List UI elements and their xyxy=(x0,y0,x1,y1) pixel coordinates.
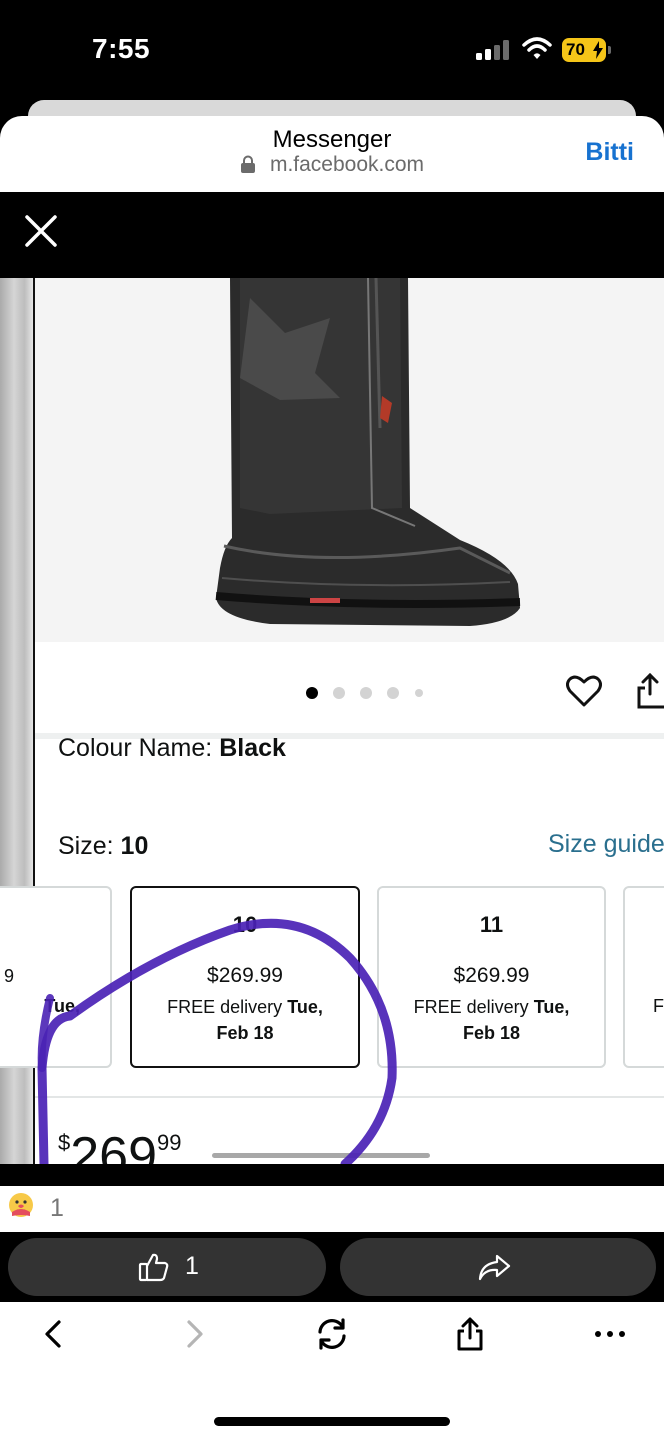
size-option-label: 11 xyxy=(479,912,504,937)
carousel-dot[interactable] xyxy=(387,687,399,699)
share-icon[interactable] xyxy=(636,672,664,710)
site-url-text: m.facebook.com xyxy=(269,153,425,176)
share-icon[interactable] xyxy=(452,1316,488,1352)
like-count: 1 xyxy=(185,1252,199,1280)
size-value: 10 xyxy=(120,832,149,860)
scroll-indicator xyxy=(212,1153,430,1158)
forward-icon xyxy=(478,1254,511,1281)
carousel-dot-active[interactable] xyxy=(306,687,318,699)
price-cents: 99 xyxy=(157,1130,182,1155)
size-option-label: 10 xyxy=(232,912,258,937)
forward-nav-icon[interactable] xyxy=(176,1316,212,1352)
thumbs-up-icon xyxy=(138,1253,169,1282)
price-display: $26999 xyxy=(58,1126,182,1164)
done-button[interactable]: Bitti xyxy=(585,138,634,167)
size-option-delivery: FREE delivery Tue, Feb 18 xyxy=(379,994,604,1046)
colour-value: Black xyxy=(219,734,286,762)
heart-icon[interactable] xyxy=(566,674,602,708)
action-bar: 1 xyxy=(0,1232,664,1302)
price-whole: 269 xyxy=(70,1127,158,1164)
carousel-dot[interactable] xyxy=(415,689,423,697)
battery-icon: 70 xyxy=(562,38,611,62)
size-guide-link[interactable]: Size guide xyxy=(548,830,664,859)
care-reaction-icon xyxy=(9,1193,33,1217)
delivery-date: Feb 18 xyxy=(216,1023,274,1043)
colour-name-row: Colour Name: Black xyxy=(58,734,286,763)
lock-icon xyxy=(240,155,255,173)
forward-button[interactable] xyxy=(340,1238,656,1296)
browser-header: Messenger m.facebook.com Bitti xyxy=(0,116,664,192)
size-card-partial-left[interactable]: 9 Tue, xyxy=(0,886,112,1068)
partial-delivery: Tue, xyxy=(44,996,80,1016)
delivery-date: Feb 18 xyxy=(462,1023,521,1043)
reaction-row[interactable]: 1 xyxy=(0,1186,664,1232)
delivery-day: Tue, xyxy=(533,997,570,1017)
back-icon[interactable] xyxy=(36,1316,72,1352)
colour-label: Colour Name: xyxy=(58,734,213,762)
wifi-icon xyxy=(522,37,552,59)
status-time: 7:55 xyxy=(92,33,151,64)
delivery-day: Tue, xyxy=(287,997,323,1017)
charging-bolt-icon xyxy=(593,41,603,59)
size-card[interactable]: 11 $269.99 FREE delivery Tue, Feb 18 xyxy=(377,886,606,1068)
media-viewer-header xyxy=(0,192,664,278)
price-currency: $ xyxy=(58,1130,71,1155)
partial-price: 9 xyxy=(3,966,14,986)
delivery-prefix: FREE delivery xyxy=(167,997,283,1017)
boot-image xyxy=(215,278,521,626)
size-option-price: $269.99 xyxy=(207,964,283,987)
media-viewer-footer xyxy=(0,1164,664,1186)
reload-icon[interactable] xyxy=(314,1316,350,1352)
size-card-selected[interactable]: 10 $269.99 FREE delivery Tue, Feb 18 xyxy=(130,886,360,1068)
shared-screenshot-image: Colour Name: Black Size: 10 Size guide 9… xyxy=(0,278,664,1164)
browser-toolbar xyxy=(0,1302,664,1440)
partial-delivery: F xyxy=(653,996,664,1016)
like-button[interactable]: 1 xyxy=(8,1238,326,1296)
size-option-price: $269.99 xyxy=(453,964,530,987)
site-title: Messenger xyxy=(272,126,392,153)
battery-level: 70 xyxy=(566,40,585,59)
status-bar: 7:55 70 xyxy=(0,0,664,100)
carousel-dot[interactable] xyxy=(333,687,345,699)
more-options-icon[interactable] xyxy=(592,1316,628,1352)
carousel-dot[interactable] xyxy=(360,687,372,699)
section-divider xyxy=(35,1096,664,1098)
home-indicator xyxy=(214,1417,450,1426)
close-icon[interactable] xyxy=(24,214,58,248)
delivery-prefix: FREE delivery xyxy=(413,997,529,1017)
size-label: Size: xyxy=(58,832,114,860)
site-url: m.facebook.com xyxy=(0,153,664,177)
size-row: Size: 10 xyxy=(58,832,148,861)
reaction-count: 1 xyxy=(50,1194,64,1222)
product-image xyxy=(35,278,664,642)
size-option-delivery: FREE delivery Tue, Feb 18 xyxy=(132,994,358,1046)
size-card-partial-right[interactable]: F xyxy=(623,886,664,1068)
cellular-signal-icon xyxy=(476,40,509,60)
